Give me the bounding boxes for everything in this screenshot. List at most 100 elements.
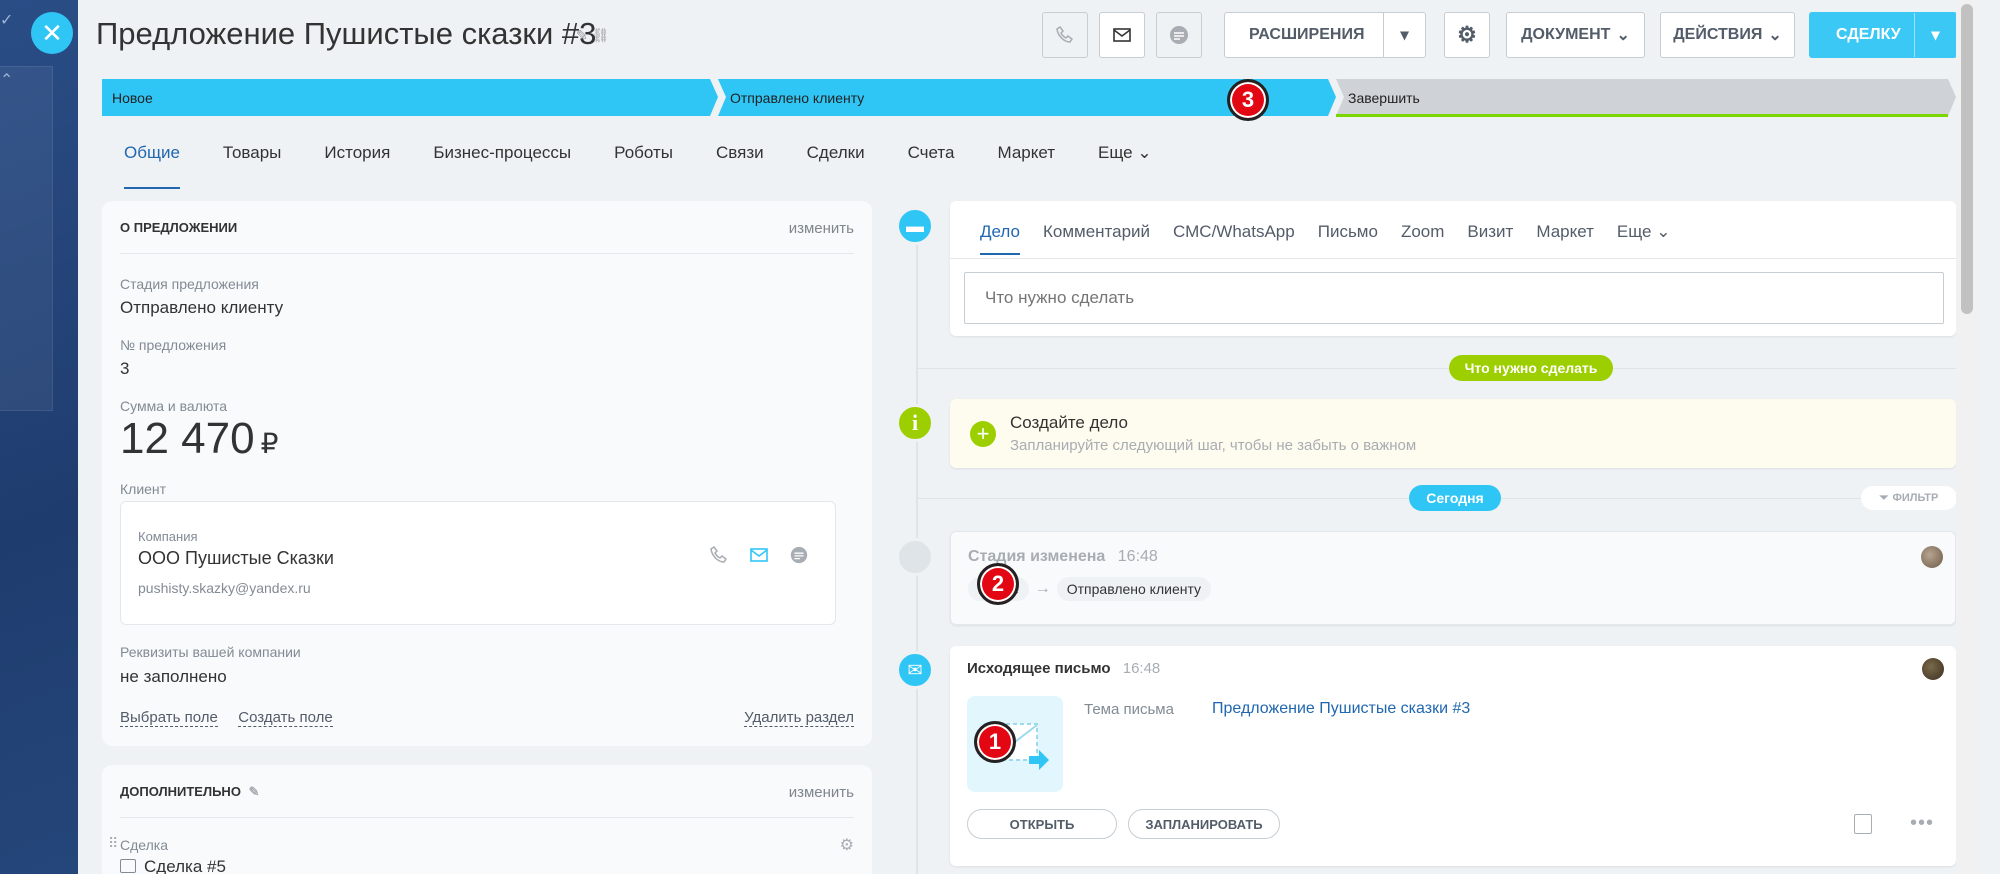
tab-market[interactable]: Маркет — [997, 140, 1055, 180]
additional-edit-link[interactable]: изменить — [789, 784, 854, 801]
chat-button[interactable] — [1156, 12, 1202, 58]
phone-icon[interactable] — [709, 545, 729, 565]
mail-icon[interactable] — [748, 547, 770, 563]
scrollbar-thumb[interactable] — [1961, 4, 1973, 314]
chevron-icon: ✓ — [0, 12, 14, 29]
annotation-badge-2: 2 — [977, 563, 1019, 605]
email-title: Исходящее письмо 16:48 — [967, 660, 1160, 677]
company-email[interactable]: pushisty.skazky@yandex.ru — [138, 580, 311, 596]
tab-links[interactable]: Связи — [716, 140, 764, 180]
stage-new[interactable]: Новое — [102, 79, 702, 116]
avatar[interactable] — [1922, 658, 1944, 680]
composer-tab-comment[interactable]: Комментарий — [1043, 222, 1150, 255]
create-task-card[interactable]: + Создайте дело Запланируйте следующий ш… — [950, 399, 1956, 468]
deal-label: СДЕЛКУ — [1836, 26, 1901, 43]
pencil-icon[interactable]: ✎ — [249, 784, 260, 799]
note-icon[interactable] — [1854, 814, 1872, 834]
composer-tab-market[interactable]: Маркет — [1536, 222, 1594, 255]
link-icon[interactable]: ⛓ — [592, 27, 610, 43]
gear-icon: ⚙ — [1457, 22, 1477, 47]
create-field-link[interactable]: Создать поле — [238, 709, 333, 727]
sum-field-value[interactable]: 12 470 ₽ — [120, 414, 278, 464]
stage-changed-title-text: Стадия изменена — [968, 548, 1106, 565]
tab-products[interactable]: Товары — [223, 140, 281, 180]
annotation-badge-3: 3 — [1227, 79, 1269, 121]
stage-change-icon — [896, 538, 934, 576]
scrollbar[interactable] — [1956, 0, 1978, 874]
plus-icon[interactable]: + — [970, 421, 996, 447]
actions-button[interactable]: ДЕЙСТВИЯ ⌄ — [1660, 12, 1795, 58]
about-heading: О ПРЕДЛОЖЕНИИ — [120, 220, 238, 235]
email-subject-link[interactable]: Предложение Пушистые сказки #3 — [1212, 700, 1470, 718]
card-footer-links: Выбрать поле Создать поле — [120, 709, 333, 727]
open-email-button[interactable]: ОТКРЫТЬ — [967, 809, 1117, 839]
sidebar-panel — [0, 66, 53, 411]
close-slider-button[interactable]: ✕ — [31, 12, 73, 54]
mail-icon — [1113, 28, 1131, 42]
composer-tab-more[interactable]: Еще ⌄ — [1617, 222, 1671, 255]
chevron-down-icon[interactable]: ▾ — [1383, 13, 1425, 57]
stage-bar: Новое Отправлено клиенту Завершить — [102, 79, 1957, 117]
deal-icon — [120, 859, 136, 873]
filter-button[interactable]: ⏷ ФИЛЬТР — [1861, 486, 1957, 510]
choose-field-link[interactable]: Выбрать поле — [120, 709, 218, 727]
tab-deals[interactable]: Сделки — [807, 140, 865, 180]
pencil-icon[interactable]: ✎ — [576, 27, 588, 43]
extensions-button[interactable]: РАСШИРЕНИЯ ▾ — [1224, 12, 1426, 58]
composer-tab-zoom[interactable]: Zoom — [1401, 222, 1444, 255]
filter-label: ФИЛЬТР — [1892, 492, 1939, 504]
about-offer-card: О ПРЕДЛОЖЕНИИ изменить Стадия предложени… — [102, 201, 872, 746]
stage-finish[interactable]: Завершить — [1338, 79, 1938, 116]
composer-tab-email[interactable]: Письмо — [1318, 222, 1378, 255]
tab-general[interactable]: Общие — [124, 140, 180, 189]
client-field-label: Клиент — [120, 481, 167, 497]
tab-more[interactable]: Еще ⌄ — [1098, 140, 1152, 180]
avatar[interactable] — [1921, 546, 1943, 568]
sum-field-label: Сумма и валюта — [120, 398, 228, 414]
settings-button[interactable]: ⚙ — [1444, 12, 1490, 58]
requisites-value[interactable]: не заполнено — [120, 667, 227, 687]
tab-history[interactable]: История — [324, 140, 390, 180]
composer-tab-sms[interactable]: СМС/WhatsApp — [1173, 222, 1295, 255]
stage-field-label: Стадия предложения — [120, 276, 259, 292]
number-field-value[interactable]: 3 — [120, 359, 129, 379]
additional-card: ДОПОЛНИТЕЛЬНО ✎ изменить ⠿ Сделка ⚙ Сдел… — [102, 765, 872, 874]
chat-icon — [1170, 26, 1188, 44]
sum-amount: 12 470 — [120, 414, 255, 463]
gear-icon[interactable]: ⚙ — [840, 835, 854, 855]
stage-changed-card: Стадия изменена 16:48 Новое → Отправлено… — [950, 531, 1956, 625]
chevron-up-icon[interactable]: ⌃ — [0, 70, 13, 90]
composer-tab-more-label: Еще — [1616, 222, 1652, 241]
tab-robots[interactable]: Роботы — [614, 140, 673, 180]
call-button[interactable] — [1042, 12, 1088, 58]
additional-heading: ДОПОЛНИТЕЛЬНО ✎ — [120, 784, 259, 800]
annotation-badge-1: 1 — [974, 721, 1016, 763]
today-pill: Сегодня — [1409, 485, 1501, 511]
main-area: Предложение Пушистые сказки #3 ✎ ⛓ РАСШИ… — [78, 0, 1978, 874]
composer-tab-task[interactable]: Дело — [980, 222, 1020, 255]
deal-button[interactable]: СДЕЛКУ ▾ — [1809, 12, 1957, 58]
tab-invoices[interactable]: Счета — [908, 140, 955, 180]
email-button[interactable] — [1099, 12, 1145, 58]
document-button[interactable]: ДОКУМЕНТ ⌄ — [1506, 12, 1645, 58]
composer-tab-visit[interactable]: Визит — [1467, 222, 1513, 255]
create-task-title[interactable]: Создайте дело — [1010, 413, 1128, 433]
activity-composer: Дело Комментарий СМС/WhatsApp Письмо Zoo… — [950, 201, 1956, 336]
divider — [120, 253, 854, 254]
title-edit-icons[interactable]: ✎ ⛓ — [576, 27, 609, 44]
stage-field-value[interactable]: Отправлено клиенту — [120, 298, 283, 318]
about-edit-link[interactable]: изменить — [789, 220, 854, 237]
task-input[interactable] — [964, 272, 1944, 324]
additional-heading-text: ДОПОЛНИТЕЛЬНО — [120, 784, 241, 799]
chevron-down-icon[interactable]: ▾ — [1914, 13, 1956, 57]
deal-field-value[interactable]: Сделка #5 — [144, 857, 226, 874]
chat-icon[interactable] — [789, 545, 809, 565]
tab-more-label: Еще — [1098, 143, 1133, 162]
company-name[interactable]: ООО Пушистые Сказки — [138, 548, 334, 569]
drag-handle-icon[interactable]: ⠿ — [108, 835, 118, 852]
more-icon[interactable]: ••• — [1910, 812, 1934, 835]
comment-bubble-icon: ▬ — [896, 207, 934, 245]
tab-business-processes[interactable]: Бизнес-процессы — [433, 140, 571, 180]
schedule-button[interactable]: ЗАПЛАНИРОВАТЬ — [1128, 809, 1280, 839]
delete-section-link[interactable]: Удалить раздел — [744, 709, 854, 727]
